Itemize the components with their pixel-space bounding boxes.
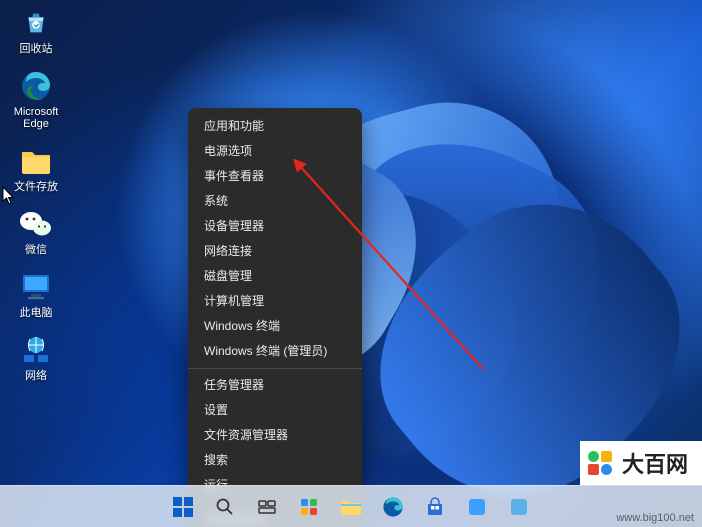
menu-item[interactable]: 文件资源管理器: [188, 423, 362, 448]
mouse-cursor: [2, 186, 16, 206]
desktop-icon-label: Microsoft Edge: [6, 106, 66, 130]
menu-item[interactable]: 电源选项: [188, 139, 362, 164]
taskbar-widgets-button[interactable]: [292, 490, 326, 524]
menu-item[interactable]: 应用和功能: [188, 114, 362, 139]
store-icon: [425, 497, 445, 517]
desktop-icon-this-pc[interactable]: 此电脑: [6, 270, 66, 319]
taskbar-store-button[interactable]: [418, 490, 452, 524]
desktop-icon-grid: 回收站 Microsoft Edge 文件存放 微信 此电脑: [6, 6, 76, 396]
menu-item[interactable]: 磁盘管理: [188, 264, 362, 289]
desktop-icon-label: 网络: [25, 370, 47, 382]
watermark-logo-icon: [588, 451, 614, 475]
taskbar-app1-button[interactable]: [460, 490, 494, 524]
taskbar: www.big100.net: [0, 485, 702, 527]
file-explorer-icon: [340, 498, 362, 516]
desktop-icon-wechat[interactable]: 微信: [6, 207, 66, 256]
desktop-icon-label: 此电脑: [20, 307, 53, 319]
folder-icon: [19, 144, 53, 178]
menu-item[interactable]: 设备管理器: [188, 214, 362, 239]
menu-item[interactable]: 计算机管理: [188, 289, 362, 314]
desktop-icon-label: 文件存放: [14, 181, 58, 193]
app1-icon: [467, 497, 487, 517]
taskbar-search-button[interactable]: [208, 490, 242, 524]
menu-item[interactable]: 搜索: [188, 448, 362, 473]
menu-item[interactable]: Windows 终端 (管理员): [188, 339, 362, 364]
watermark-url: www.big100.net: [616, 512, 694, 524]
widgets-icon: [299, 497, 319, 517]
desktop-icon-edge[interactable]: Microsoft Edge: [6, 69, 66, 130]
taskbar-app2-button[interactable]: [502, 490, 536, 524]
menu-item[interactable]: 任务管理器: [188, 373, 362, 398]
this-pc-icon: [19, 270, 53, 304]
menu-item[interactable]: 网络连接: [188, 239, 362, 264]
desktop-icon-network[interactable]: 网络: [6, 333, 66, 382]
taskbar-file-explorer-button[interactable]: [334, 490, 368, 524]
desktop-icon-recycle-bin[interactable]: 回收站: [6, 6, 66, 55]
desktop-icon-label: 微信: [25, 244, 47, 256]
desktop-screen: 回收站 Microsoft Edge 文件存放 微信 此电脑: [0, 0, 702, 527]
wechat-icon: [19, 207, 53, 241]
desktop-icon-label: 回收站: [20, 43, 53, 55]
taskbar-start-button[interactable]: [166, 490, 200, 524]
menu-separator: [188, 368, 362, 369]
recycle-bin-icon: [19, 6, 53, 40]
menu-item[interactable]: 设置: [188, 398, 362, 423]
taskbar-task-view-button[interactable]: [250, 490, 284, 524]
taskbar-edge-button[interactable]: [376, 490, 410, 524]
watermark: 大百网: [580, 441, 702, 485]
menu-item[interactable]: Windows 终端: [188, 314, 362, 339]
task-view-icon: [257, 497, 277, 517]
edge-icon: [19, 69, 53, 103]
menu-item[interactable]: 系统: [188, 189, 362, 214]
watermark-text: 大百网: [622, 447, 688, 479]
start-context-menu: 应用和功能电源选项事件查看器系统设备管理器网络连接磁盘管理计算机管理Window…: [188, 108, 362, 527]
network-icon: [19, 333, 53, 367]
app2-icon: [509, 497, 529, 517]
menu-item[interactable]: 事件查看器: [188, 164, 362, 189]
search-icon: [215, 497, 235, 517]
edge-icon: [382, 496, 404, 518]
